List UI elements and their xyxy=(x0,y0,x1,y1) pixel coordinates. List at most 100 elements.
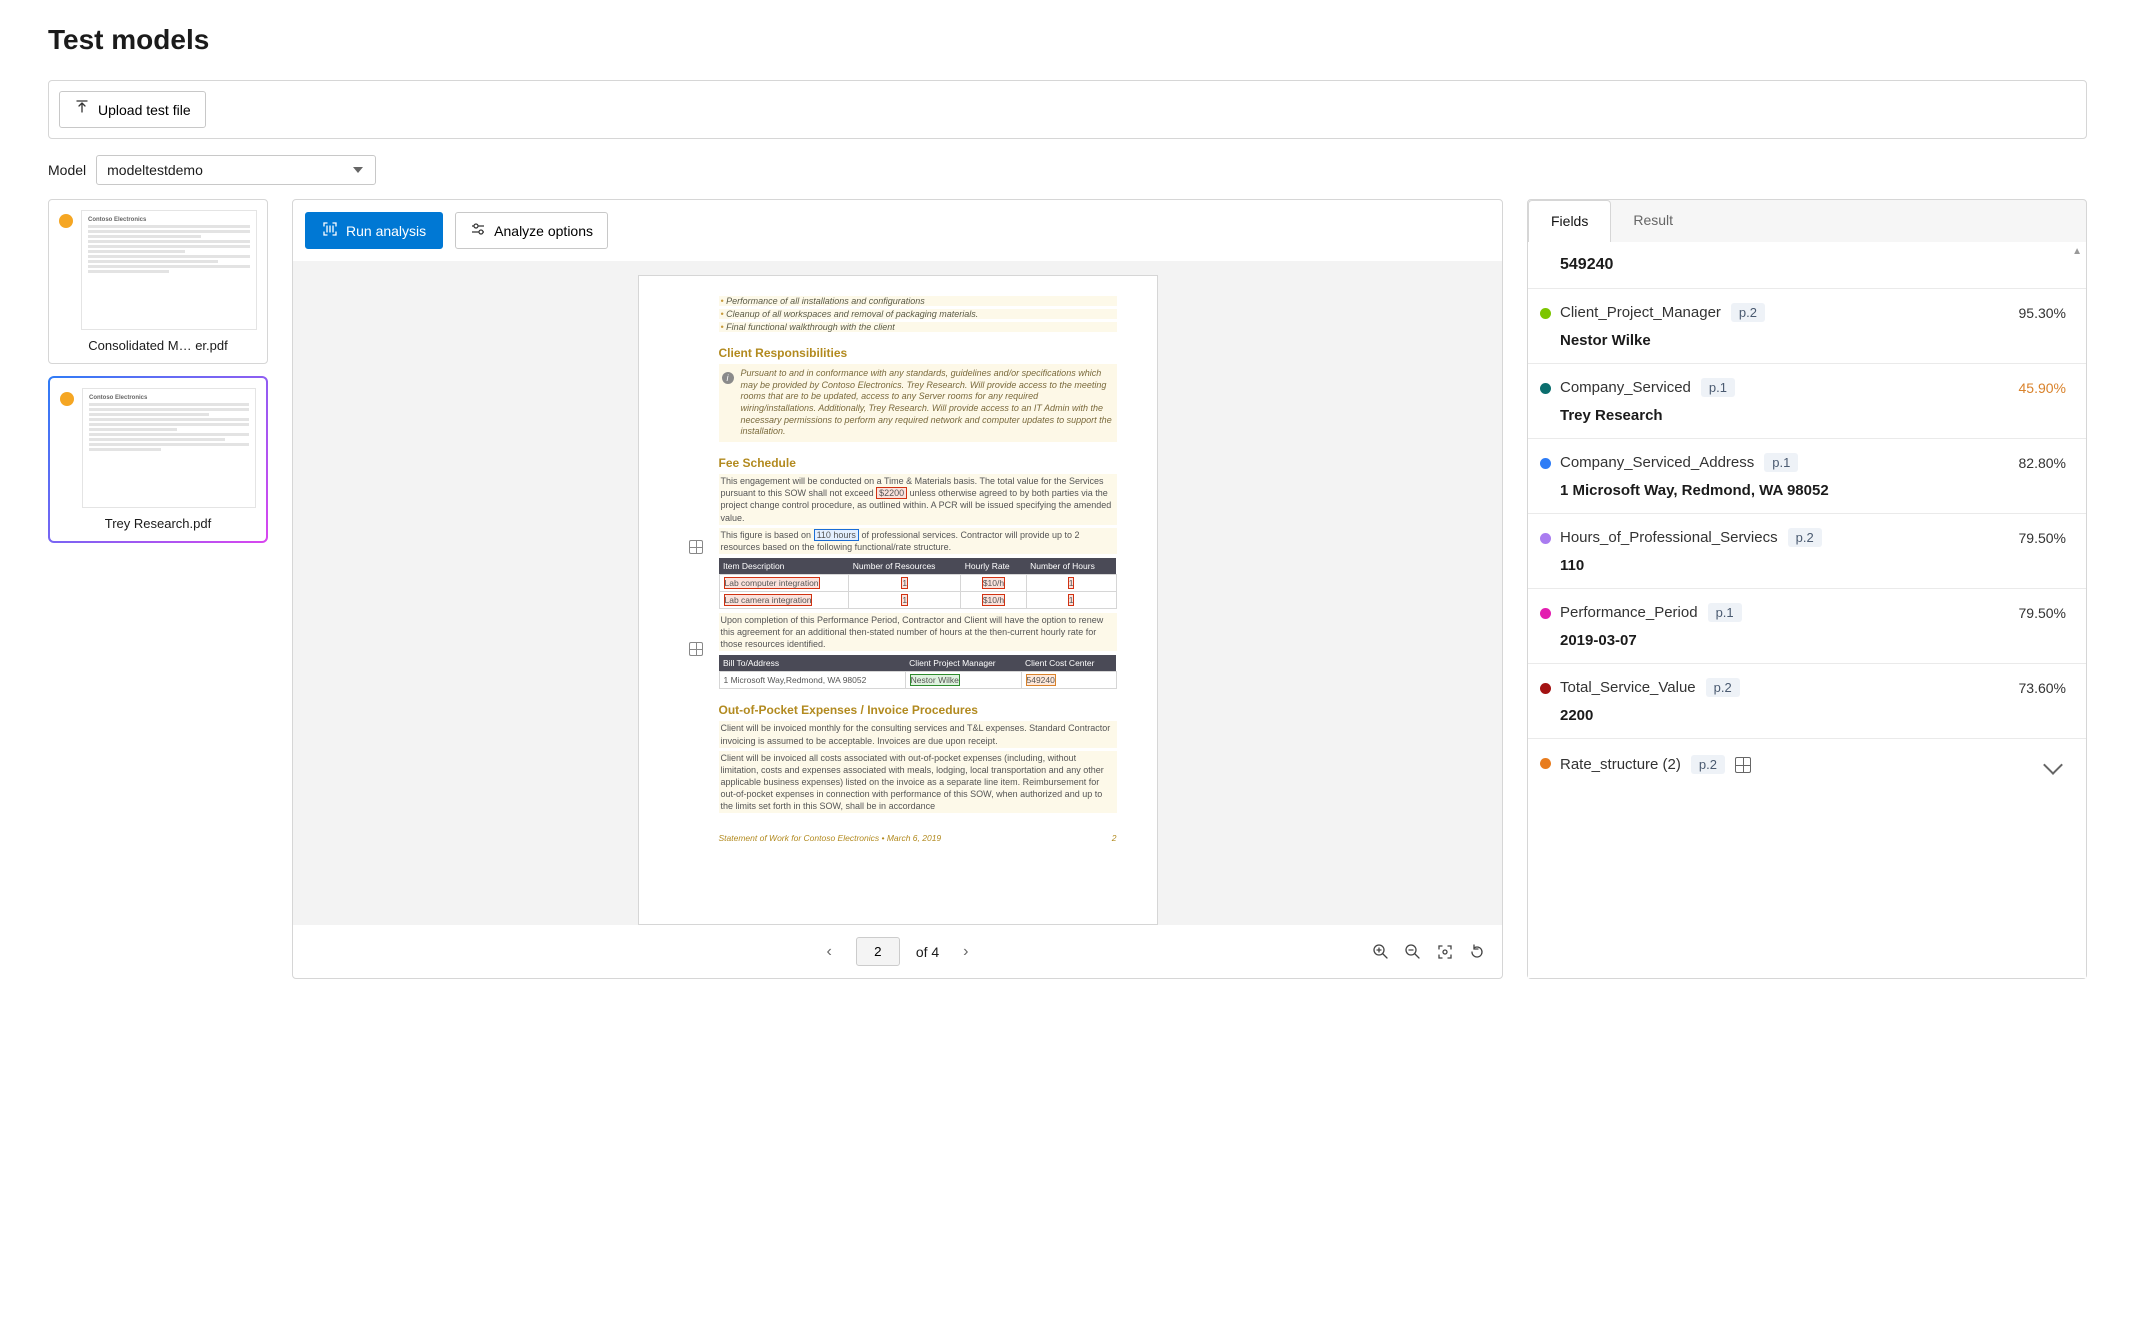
doc-bullets: Performance of all installations and con… xyxy=(719,296,1117,332)
analyze-options-button[interactable]: Analyze options xyxy=(455,212,608,249)
field-confidence: 95.30% xyxy=(2019,305,2066,321)
tab-fields[interactable]: Fields xyxy=(1528,200,1611,242)
fit-region-icon[interactable] xyxy=(1436,943,1454,961)
field-color-dot-icon xyxy=(1540,608,1551,619)
page-of-text: of 4 xyxy=(916,944,939,960)
prev-page-button[interactable]: ‹ xyxy=(818,939,839,965)
upload-bar: Upload test file xyxy=(48,80,2087,139)
field-name: Hours_of_Professional_Serviecs xyxy=(1560,529,1778,546)
field-page-badge: p.1 xyxy=(1708,603,1742,622)
rotate-icon[interactable] xyxy=(1468,943,1486,961)
run-analysis-label: Run analysis xyxy=(346,223,426,239)
thumbnail-preview: Contoso Electronics xyxy=(81,210,257,330)
field-value: Trey Research xyxy=(1560,407,2066,424)
field-row[interactable]: Company_Serviced_Address p.1 82.80% 1 Mi… xyxy=(1528,439,2086,514)
field-row-expandable[interactable]: Rate_structure (2) p.2 xyxy=(1528,739,2086,790)
info-icon: i xyxy=(722,372,734,384)
toolbar: Run analysis Analyze options xyxy=(293,200,1502,261)
field-row[interactable]: Company_Serviced p.1 45.90% Trey Researc… xyxy=(1528,364,2086,439)
field-name: Performance_Period xyxy=(1560,604,1698,621)
field-row[interactable]: Performance_Period p.1 79.50% 2019-03-07 xyxy=(1528,589,2086,664)
field-color-dot-icon xyxy=(1540,683,1551,694)
table-icon xyxy=(1735,757,1751,773)
field-color-dot-icon xyxy=(1540,758,1551,769)
next-page-button[interactable]: › xyxy=(955,939,976,965)
upload-button[interactable]: Upload test file xyxy=(59,91,206,128)
field-row[interactable]: Total_Service_Value p.2 73.60% 2200 xyxy=(1528,664,2086,739)
upload-button-label: Upload test file xyxy=(98,102,191,118)
zoom-in-icon[interactable] xyxy=(1372,943,1390,961)
bill-table: Bill To/Address Client Project Manager C… xyxy=(719,655,1117,689)
doc-paragraph: Client will be invoiced all costs associ… xyxy=(719,751,1117,814)
doc-paragraph: Upon completion of this Performance Peri… xyxy=(719,613,1117,651)
page-title: Test models xyxy=(48,24,2087,56)
results-panel: Fields Result ▲ 549240 Client_Project_Ma… xyxy=(1527,199,2087,979)
field-name: Client_Project_Manager xyxy=(1560,304,1721,321)
field-value: 1 Microsoft Way, Redmond, WA 98052 xyxy=(1560,482,2066,499)
upload-icon xyxy=(74,100,90,119)
field-value: 2200 xyxy=(1560,707,2066,724)
field-color-dot-icon xyxy=(1540,308,1551,319)
field-row[interactable]: Client_Project_Manager p.2 95.30% Nestor… xyxy=(1528,289,2086,364)
field-value: 2019-03-07 xyxy=(1560,632,2066,649)
rate-table: Item Description Number of Resources Hou… xyxy=(719,558,1117,609)
analyze-options-label: Analyze options xyxy=(494,223,593,239)
page-number-input[interactable] xyxy=(856,937,900,966)
thumbnail-filename: Trey Research.pdf xyxy=(60,516,256,531)
model-label: Model xyxy=(48,162,86,178)
doc-paragraph: This engagement will be conducted on a T… xyxy=(719,474,1117,525)
thumbnail-list: Contoso Electronics Consolidated M… er.p… xyxy=(48,199,268,543)
field-color-dot-icon xyxy=(1540,533,1551,544)
field-value: 110 xyxy=(1560,557,2066,574)
document-page: Performance of all installations and con… xyxy=(638,275,1158,925)
pager: ‹ of 4 › xyxy=(293,925,1502,978)
field-page-badge: p.2 xyxy=(1691,755,1725,774)
thumbnail-item[interactable]: Contoso Electronics Trey Research.pdf xyxy=(48,376,268,543)
field-page-badge: p.2 xyxy=(1706,678,1740,697)
doc-heading: Fee Schedule xyxy=(719,456,1117,470)
field-confidence: 79.50% xyxy=(2019,605,2066,621)
highlight-total-value: $2200 xyxy=(876,487,907,499)
field-value: Nestor Wilke xyxy=(1560,332,2066,349)
chevron-down-icon[interactable] xyxy=(2043,755,2063,775)
fields-list[interactable]: ▲ 549240 Client_Project_Manager p.2 95.3… xyxy=(1528,242,2086,978)
document-panel: Run analysis Analyze options Performance… xyxy=(292,199,1503,979)
field-row[interactable]: Hours_of_Professional_Serviecs p.2 79.50… xyxy=(1528,514,2086,589)
field-row: 549240 xyxy=(1528,242,2086,289)
field-confidence: 82.80% xyxy=(2019,455,2066,471)
highlight-hours: 110 hours xyxy=(814,529,859,541)
table-icon[interactable] xyxy=(689,540,703,554)
model-row: Model modeltestdemo xyxy=(48,155,2087,185)
model-selected-value: modeltestdemo xyxy=(107,162,203,178)
doc-paragraph: This figure is based on 110 hours of pro… xyxy=(719,528,1117,554)
field-page-badge: p.1 xyxy=(1701,378,1735,397)
doc-note: i Pursuant to and in conformance with an… xyxy=(719,364,1117,442)
model-select[interactable]: modeltestdemo xyxy=(96,155,376,185)
document-viewport[interactable]: Performance of all installations and con… xyxy=(293,261,1502,925)
status-dot-icon xyxy=(60,392,74,406)
field-name: Total_Service_Value xyxy=(1560,679,1696,696)
doc-heading: Out-of-Pocket Expenses / Invoice Procedu… xyxy=(719,703,1117,717)
field-value: 549240 xyxy=(1560,256,2066,274)
field-name: Company_Serviced xyxy=(1560,379,1691,396)
thumbnail-item[interactable]: Contoso Electronics Consolidated M… er.p… xyxy=(48,199,268,364)
scan-icon xyxy=(322,221,338,240)
doc-footer: Statement of Work for Contoso Electronic… xyxy=(719,833,1117,843)
field-name: Company_Serviced_Address xyxy=(1560,454,1754,471)
doc-paragraph: Client will be invoiced monthly for the … xyxy=(719,721,1117,747)
thumbnail-filename: Consolidated M… er.pdf xyxy=(59,338,257,353)
tab-result[interactable]: Result xyxy=(1611,200,1695,242)
zoom-out-icon[interactable] xyxy=(1404,943,1422,961)
field-page-badge: p.2 xyxy=(1788,528,1822,547)
field-color-dot-icon xyxy=(1540,458,1551,469)
field-confidence: 79.50% xyxy=(2019,530,2066,546)
run-analysis-button[interactable]: Run analysis xyxy=(305,212,443,249)
thumbnail-preview: Contoso Electronics xyxy=(82,388,256,508)
field-page-badge: p.1 xyxy=(1764,453,1798,472)
tabs: Fields Result xyxy=(1528,200,2086,242)
status-dot-icon xyxy=(59,214,73,228)
doc-heading: Client Responsibilities xyxy=(719,346,1117,360)
field-color-dot-icon xyxy=(1540,383,1551,394)
table-icon[interactable] xyxy=(689,642,703,656)
field-confidence: 45.90% xyxy=(2019,380,2066,396)
